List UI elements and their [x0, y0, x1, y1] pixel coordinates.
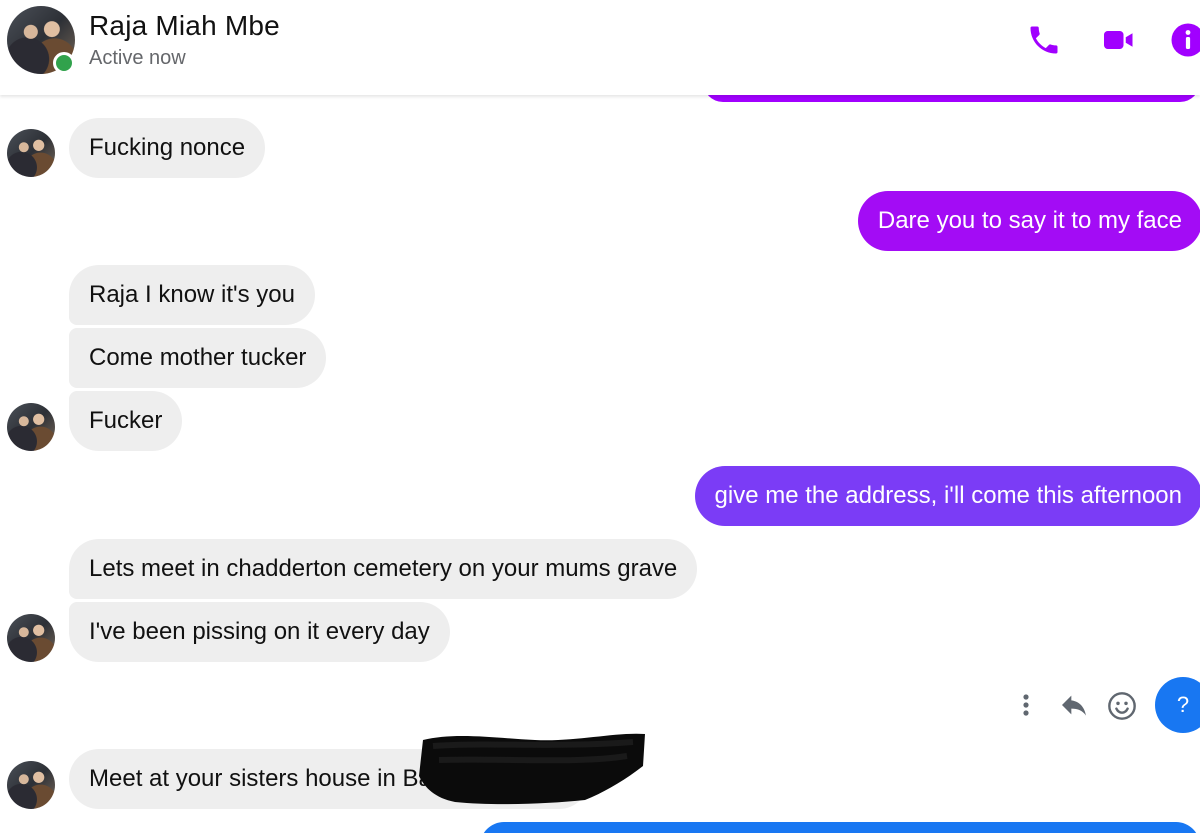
incoming-message[interactable]: Come mother tucker — [69, 328, 327, 388]
contact-name[interactable]: Raja Miah Mbe — [89, 10, 280, 42]
reply-icon[interactable] — [1058, 690, 1090, 720]
contact-avatar-small — [7, 761, 55, 809]
next-message-bubble — [480, 822, 1200, 833]
more-options-icon[interactable] — [1016, 692, 1036, 720]
info-icon[interactable] — [1170, 22, 1200, 58]
contact-avatar-small — [7, 129, 55, 177]
chat-window: Raja Miah Mbe Active now Fucking nonce D… — [0, 0, 1200, 833]
contact-avatar[interactable] — [7, 6, 75, 74]
redaction-scribble — [419, 733, 645, 805]
contact-avatar-small — [7, 614, 55, 662]
conversation-header: Raja Miah Mbe Active now — [0, 0, 1200, 95]
incoming-message[interactable]: Fucker — [69, 391, 183, 451]
smiley-icon[interactable] — [1106, 690, 1138, 722]
help-button[interactable]: ? — [1155, 677, 1200, 733]
contact-status: Active now — [89, 47, 186, 69]
incoming-message[interactable]: Raja I know it's you — [69, 265, 316, 325]
incoming-message[interactable]: I've been pissing on it every day — [69, 602, 450, 662]
incoming-message[interactable]: Fucking nonce — [69, 118, 266, 178]
incoming-message[interactable]: Lets meet in chadderton cemetery on your… — [69, 539, 698, 599]
outgoing-message[interactable]: give me the address, i'll come this afte… — [694, 466, 1200, 526]
outgoing-message[interactable]: Dare you to say it to my face — [857, 191, 1200, 251]
online-indicator — [53, 52, 75, 74]
video-camera-icon[interactable] — [1101, 22, 1137, 58]
contact-avatar-small — [7, 403, 55, 451]
phone-icon[interactable] — [1026, 22, 1062, 58]
